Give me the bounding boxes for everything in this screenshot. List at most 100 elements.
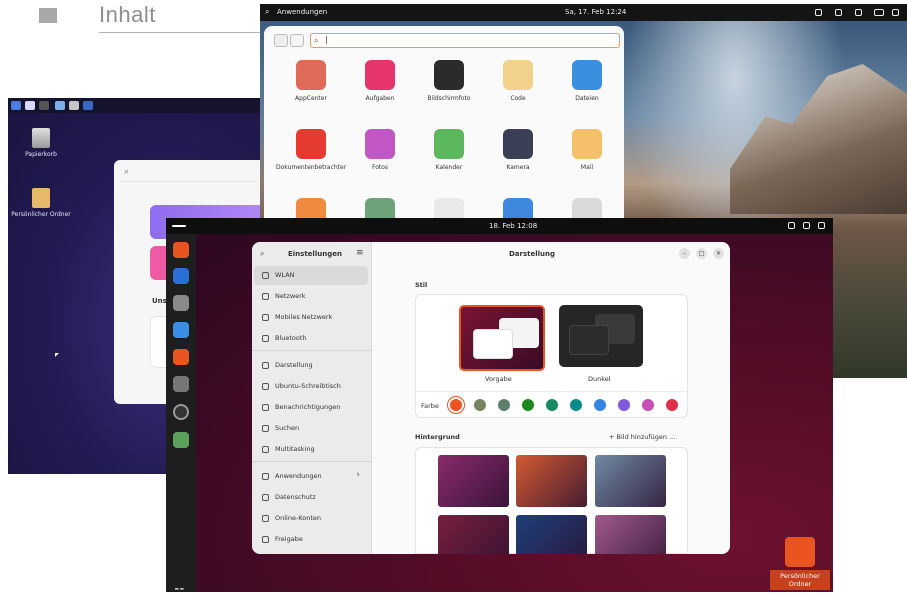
dock-app-icon[interactable] — [173, 295, 189, 311]
minimize-button[interactable]: – — [679, 248, 690, 259]
app-label: Aufgaben — [365, 95, 395, 102]
app-tile[interactable]: AppCenter — [276, 60, 346, 102]
app-tile[interactable]: Dokumentenbetrachter — [276, 129, 346, 171]
sidebar-item-label: WLAN — [275, 271, 295, 279]
sidebar-item[interactable]: Multitasking — [254, 440, 368, 459]
sidebar-item-label: Multitasking — [275, 445, 315, 453]
power-icon[interactable] — [892, 9, 899, 16]
list-view-icon[interactable] — [290, 34, 304, 47]
sidebar-item-icon — [262, 335, 269, 342]
dock-app-icon[interactable] — [173, 404, 189, 420]
xfce-search-field[interactable]: ⌕ — [120, 164, 256, 182]
wallpaper-thumbnail[interactable] — [438, 455, 509, 507]
accent-color-swatch[interactable] — [594, 399, 606, 411]
app-tile[interactable]: Kamera — [483, 129, 553, 171]
search-icon[interactable]: ⌕ — [265, 7, 269, 17]
accent-color-swatch[interactable] — [522, 399, 534, 411]
hamburger-menu-icon[interactable]: ≡ — [356, 248, 364, 258]
xfce-top-panel — [8, 98, 278, 113]
wallpaper-thumbnail[interactable] — [595, 455, 666, 507]
sidebar-item-label: Anwendungen — [275, 472, 322, 480]
ubuntu-top-bar: 18. Feb 12:08 — [166, 218, 833, 234]
app-tile[interactable]: Code — [483, 60, 553, 102]
sidebar-item[interactable]: Bluetooth — [254, 329, 368, 348]
app-tile[interactable]: Bildschirmfoto — [414, 60, 484, 102]
sidebar-item[interactable]: WLAN — [254, 266, 368, 285]
maximize-button[interactable]: □ — [696, 248, 707, 259]
wallpaper-thumbnail[interactable] — [516, 455, 587, 507]
sidebar-item[interactable]: Freigabe — [254, 530, 368, 549]
accent-color-swatch[interactable] — [666, 399, 678, 411]
dock-app-icon[interactable] — [173, 376, 189, 392]
sidebar-item[interactable]: Online-Konten — [254, 509, 368, 528]
menu-icon[interactable] — [11, 101, 21, 110]
home-folder-desktop-icon[interactable]: Persönlicher Ordner — [770, 537, 830, 590]
bluetooth-icon[interactable] — [855, 9, 862, 16]
sidebar-item-label: Ubuntu-Schreibtisch — [275, 382, 341, 390]
app-tile[interactable]: Aufgaben — [345, 60, 415, 102]
accent-color-swatch[interactable] — [450, 399, 462, 411]
accent-color-swatch[interactable] — [546, 399, 558, 411]
dock-app-icon[interactable] — [173, 322, 189, 338]
accent-color-swatch[interactable] — [498, 399, 510, 411]
volume-icon[interactable] — [815, 9, 822, 16]
sidebar-item[interactable]: Suchen — [254, 419, 368, 438]
launcher-icon[interactable] — [25, 101, 35, 110]
home-desktop-icon[interactable]: Persönlicher Ordner — [11, 188, 71, 219]
sidebar-item[interactable]: Ubuntu-Schreibtisch — [254, 377, 368, 396]
sidebar-item-icon — [262, 515, 269, 522]
window-icon[interactable] — [83, 101, 93, 110]
sidebar-item-icon — [262, 362, 269, 369]
network-icon[interactable] — [788, 222, 795, 229]
app-tile[interactable]: Dateien — [552, 60, 622, 102]
sidebar-item[interactable]: Datenschutz — [254, 488, 368, 507]
sidebar-item[interactable]: Benachrichtigungen — [254, 398, 368, 417]
accent-color-label: Farbe — [421, 402, 439, 410]
wallpaper-thumbnail[interactable] — [595, 515, 666, 554]
page-title: Darstellung — [509, 250, 556, 258]
app-tile[interactable]: Mail — [552, 129, 622, 171]
search-icon[interactable]: ⌕ — [260, 249, 264, 259]
sidebar-item[interactable]: Darstellung — [254, 356, 368, 375]
add-background-button[interactable]: + Bild hinzufügen ... — [609, 433, 675, 441]
sidebar-item-icon — [262, 446, 269, 453]
dock-app-icon[interactable] — [173, 432, 189, 448]
sidebar-item[interactable]: Mobiles Netzwerk — [254, 308, 368, 327]
show-apps-icon[interactable]: ☷ — [174, 586, 185, 592]
grid-view-icon[interactable] — [274, 34, 288, 47]
dock-app-icon[interactable] — [173, 242, 189, 258]
battery-icon[interactable] — [874, 9, 884, 16]
wallpaper-thumbnail[interactable] — [516, 515, 587, 554]
clock-label[interactable]: Sa, 17. Feb 12:24 — [565, 8, 626, 16]
sidebar-item[interactable]: Anwendungen › — [254, 467, 368, 486]
network-icon[interactable] — [835, 9, 842, 16]
style-default-option[interactable] — [459, 305, 545, 371]
accent-color-swatch[interactable] — [570, 399, 582, 411]
sidebar-item[interactable]: Netzwerk — [254, 287, 368, 306]
terminal-icon[interactable] — [39, 101, 49, 110]
clock-label[interactable]: 18. Feb 12:08 — [489, 222, 537, 230]
trash-desktop-icon[interactable]: Papierkorb — [11, 128, 71, 159]
accent-color-swatch[interactable] — [618, 399, 630, 411]
close-button[interactable]: ✕ — [713, 248, 724, 259]
dock-app-icon[interactable] — [173, 268, 189, 284]
style-dark-option[interactable] — [559, 305, 643, 367]
accent-color-swatch[interactable] — [642, 399, 654, 411]
app-search-input[interactable]: | — [310, 33, 620, 48]
display-icon[interactable] — [55, 101, 65, 110]
volume-icon[interactable] — [803, 222, 810, 229]
home-label: Persönlicher Ordner — [11, 211, 71, 218]
power-icon[interactable] — [818, 222, 825, 229]
app-tile[interactable]: Kalender — [414, 129, 484, 171]
activities-label[interactable]: Anwendungen — [277, 8, 327, 16]
app-icon — [503, 129, 533, 159]
app-label: Mail — [580, 164, 594, 171]
files-icon[interactable] — [69, 101, 79, 110]
activities-pill[interactable] — [172, 225, 186, 227]
wallpaper-thumbnail[interactable] — [438, 515, 509, 554]
accent-color-row: Farbe — [416, 391, 689, 417]
chevron-right-icon: › — [356, 470, 360, 480]
app-tile[interactable]: Fotos — [345, 129, 415, 171]
dock-app-icon[interactable] — [173, 349, 189, 365]
accent-color-swatch[interactable] — [474, 399, 486, 411]
